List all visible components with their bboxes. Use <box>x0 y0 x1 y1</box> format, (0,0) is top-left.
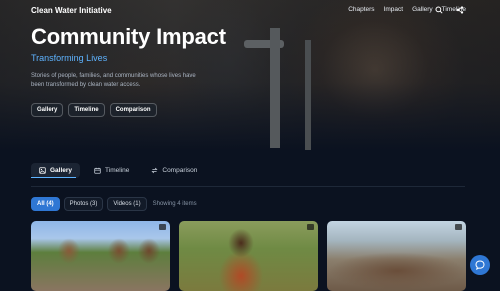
tab-comparison[interactable]: Comparison <box>143 163 205 178</box>
gallery-card-woman-with-pot[interactable] <box>179 221 318 291</box>
tab-gallery-label: Gallery <box>50 167 73 174</box>
calendar-icon <box>94 167 101 174</box>
gallery-card-children[interactable] <box>31 221 170 291</box>
view-tabs: Gallery Timeline Comparison <box>31 163 205 178</box>
chat-button[interactable] <box>470 255 490 275</box>
search-icon[interactable] <box>435 6 443 14</box>
water-pump-pipe <box>270 28 280 148</box>
photo-type-icon <box>307 224 314 230</box>
hero-timeline-button[interactable]: Timeline <box>68 103 105 117</box>
filter-videos-button[interactable]: Videos (1) <box>107 197 147 211</box>
filter-all-button[interactable]: All (4) <box>31 197 60 211</box>
hero-description: Stories of people, families, and communi… <box>31 73 196 88</box>
hero-button-group: Gallery Timeline Comparison <box>31 103 157 117</box>
active-tab-indicator <box>31 177 76 178</box>
tab-timeline-label: Timeline <box>105 167 130 174</box>
brand-title[interactable]: Clean Water Initiative <box>31 6 112 15</box>
hero-comparison-button[interactable]: Comparison <box>109 103 157 117</box>
tab-gallery[interactable]: Gallery <box>31 163 81 178</box>
nav-link-gallery[interactable]: Gallery <box>412 6 433 13</box>
filter-bar: All (4) Photos (3) Videos (1) Showing 4 … <box>31 197 197 211</box>
items-count-text: Showing 4 items <box>152 201 197 207</box>
swap-icon <box>151 167 158 174</box>
nav-link-chapters[interactable]: Chapters <box>348 6 374 13</box>
hero-gallery-button[interactable]: Gallery <box>31 103 64 117</box>
chat-bubble-icon <box>475 260 485 270</box>
tabs-divider <box>31 186 465 187</box>
photo-type-icon <box>159 224 166 230</box>
filter-photos-button[interactable]: Photos (3) <box>63 197 104 211</box>
image-icon <box>39 167 46 174</box>
gallery-card-community-gathering[interactable] <box>327 221 466 291</box>
water-pump-post <box>305 40 311 150</box>
top-navbar: Clean Water Initiative Chapters Impact G… <box>0 0 500 20</box>
nav-link-impact[interactable]: Impact <box>384 6 404 13</box>
nav-links: Chapters Impact Gallery Timeline <box>348 6 466 13</box>
page-title: Community Impact <box>31 24 226 49</box>
tab-timeline[interactable]: Timeline <box>86 163 137 178</box>
page-subtitle: Transforming Lives <box>31 53 108 63</box>
tab-comparison-label: Comparison <box>162 167 198 174</box>
photo-type-icon <box>455 224 462 230</box>
share-icon[interactable] <box>456 6 464 14</box>
